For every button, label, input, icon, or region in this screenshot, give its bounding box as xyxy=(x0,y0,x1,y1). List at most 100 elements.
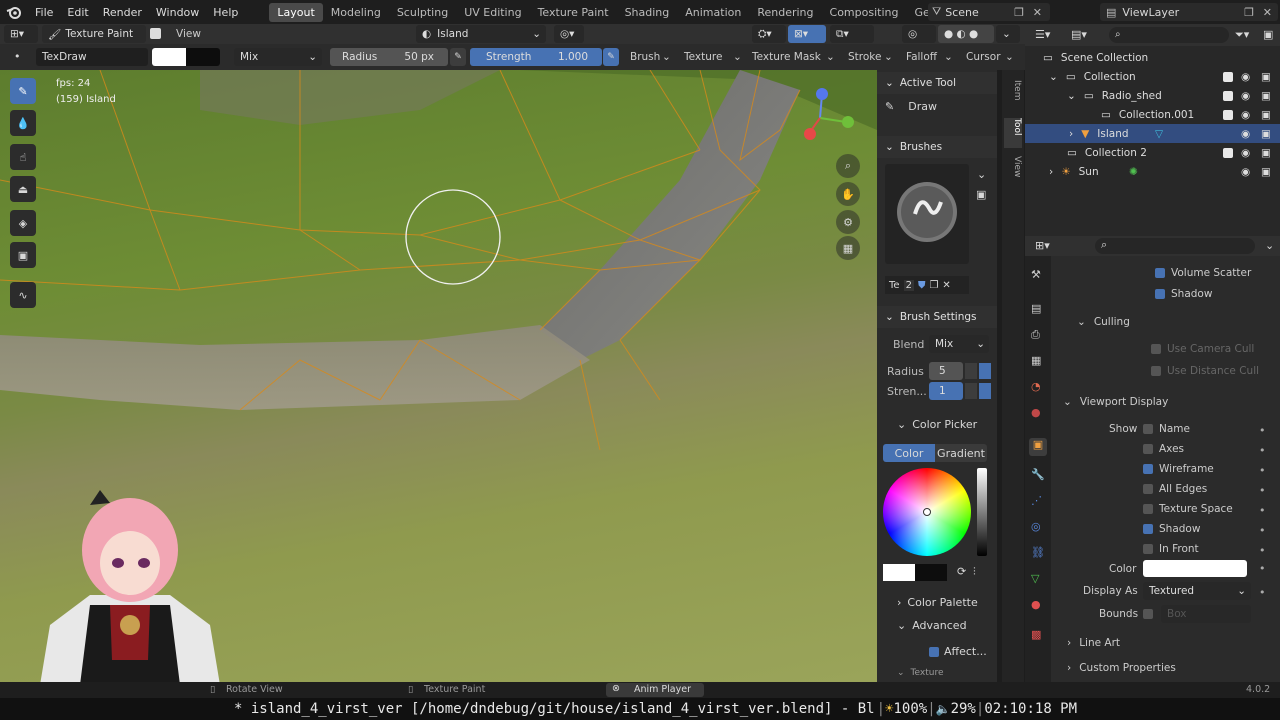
color-tab[interactable]: Color xyxy=(883,444,935,462)
radius-slider[interactable]: Radius 50 px xyxy=(330,48,448,66)
show-axes-checkbox[interactable] xyxy=(1143,444,1153,454)
show-all-edges-row[interactable]: All Edges xyxy=(1143,483,1207,495)
viewport-gizmo-dropdown[interactable]: ⛭▾ xyxy=(752,25,786,43)
editor-type-dropdown[interactable]: ⊞▾ xyxy=(4,25,38,43)
texture-header[interactable]: ⌄ Texture xyxy=(897,668,944,678)
keyframe-dot-icon[interactable]: • xyxy=(1259,524,1266,537)
tab-item[interactable]: Item xyxy=(1004,80,1022,110)
camera-icon[interactable]: ▣ xyxy=(1261,71,1271,83)
show-wireframe-checkbox[interactable] xyxy=(1143,464,1153,474)
texture-props-icon[interactable]: ▩ xyxy=(1031,628,1041,641)
volume-scatter-row[interactable]: Volume Scatter xyxy=(1155,267,1251,279)
keyframe-dot-icon[interactable]: • xyxy=(1259,504,1266,517)
tab-modeling[interactable]: Modeling xyxy=(323,3,389,22)
keyframe-dot-icon[interactable]: • xyxy=(1259,424,1266,437)
menu-view[interactable]: View xyxy=(176,28,201,40)
shadow-row[interactable]: Shadow xyxy=(1155,288,1212,300)
camera-icon[interactable]: ▣ xyxy=(1261,166,1271,178)
object-color-swatch[interactable] xyxy=(1143,560,1247,577)
custom-properties-header[interactable]: › Custom Properties xyxy=(1067,662,1176,674)
shading-options[interactable]: ⌄ xyxy=(996,25,1020,43)
show-all-edges-checkbox[interactable] xyxy=(1143,484,1153,494)
shading-buttons[interactable]: ● ◐ ● xyxy=(938,25,994,43)
swap-colors-icon[interactable]: ⟳ xyxy=(957,565,966,578)
show-wireframe-row[interactable]: Wireframe xyxy=(1143,463,1214,475)
outliner-row-radio-shed[interactable]: ⌄ ▭ Radio_shed ◉ ▣ xyxy=(1025,86,1280,105)
outliner-row-sun[interactable]: › ☀ Sun ✺ ◉ ▣ xyxy=(1025,162,1280,181)
show-texture-space-row[interactable]: Texture Space xyxy=(1143,503,1233,515)
show-axes-row[interactable]: Axes xyxy=(1143,443,1184,455)
scene-props-icon[interactable]: ◔ xyxy=(1031,380,1041,393)
keyframe-dot-icon[interactable]: • xyxy=(1259,544,1266,557)
menu-file[interactable]: File xyxy=(28,6,60,19)
editor-type-icon[interactable]: ☰▾ xyxy=(1035,28,1050,41)
modifier-props-icon[interactable]: 🔧 xyxy=(1031,468,1045,481)
filter-icon[interactable]: ⏷▾ xyxy=(1235,28,1249,42)
fill-tool-button[interactable]: ◈ xyxy=(10,210,36,236)
radius-pressure-toggle[interactable]: ✎ xyxy=(450,48,466,66)
brush-preview[interactable] xyxy=(885,164,969,264)
camera-icon[interactable]: ▣ xyxy=(1261,128,1271,140)
tool-props-icon[interactable]: ⚒ xyxy=(1031,268,1041,281)
cancel-icon[interactable]: ⊗ xyxy=(612,683,620,694)
use-distance-cull-row[interactable]: Use Distance Cull xyxy=(1151,365,1259,377)
copy-icon[interactable]: ❐ xyxy=(1244,6,1254,19)
value-slider[interactable] xyxy=(977,468,987,556)
strength-pressure-toggle[interactable] xyxy=(979,383,991,399)
bounds-checkbox[interactable] xyxy=(1143,609,1153,619)
texture-mask-menu[interactable]: Texture Mask xyxy=(752,51,821,63)
active-tool-row[interactable]: ✎ Draw xyxy=(885,100,937,113)
bounds-dropdown[interactable]: Box xyxy=(1161,605,1251,623)
primary-color-swatch[interactable] xyxy=(883,564,915,581)
viewlayer-selector[interactable]: ▤ ViewLayer ❐ ✕ xyxy=(1100,3,1278,21)
exclude-checkbox[interactable] xyxy=(1223,90,1233,101)
brush-name-field[interactable]: TexDraw xyxy=(36,48,148,66)
clone-tool-button[interactable]: ⏏ xyxy=(10,176,36,202)
camera-icon[interactable]: ▣ xyxy=(1261,90,1271,102)
eye-icon[interactable]: ◉ xyxy=(1241,109,1250,121)
outliner-row-collection[interactable]: ⌄ ▭ Collection ◉ ▣ xyxy=(1025,67,1280,86)
eye-icon[interactable]: ◉ xyxy=(1241,128,1250,140)
menu-render[interactable]: Render xyxy=(96,6,149,19)
symmetry-dropdown[interactable]: ◎▾ xyxy=(554,25,584,43)
keyframe-dot-icon[interactable]: • xyxy=(1259,484,1266,497)
material-props-icon[interactable]: ● xyxy=(1031,598,1041,611)
blend-dropdown[interactable]: Mix ⌄ xyxy=(234,48,322,66)
annotate-tool-button[interactable]: ∿ xyxy=(10,282,36,308)
strength-slider[interactable]: Strength 1.000 xyxy=(470,48,602,66)
show-name-checkbox[interactable] xyxy=(1143,424,1153,434)
camera-icon[interactable]: ▣ xyxy=(1261,147,1271,159)
affect-checkbox[interactable] xyxy=(929,646,939,657)
view-layer-icon[interactable]: ▦ xyxy=(1031,354,1041,367)
eye-icon[interactable]: ◉ xyxy=(1241,71,1250,83)
affect-checkbox-row[interactable]: Affect... xyxy=(929,645,987,658)
texture-menu[interactable]: Texture xyxy=(684,51,722,63)
color-wheel[interactable] xyxy=(883,468,971,556)
xray-toggle[interactable]: ⧉▾ xyxy=(830,25,874,43)
use-camera-cull-checkbox[interactable] xyxy=(1151,344,1161,354)
stroke-menu[interactable]: Stroke xyxy=(848,51,881,63)
advanced-header[interactable]: ⌄ Advanced xyxy=(897,619,967,632)
close-icon[interactable]: ✕ xyxy=(1263,6,1272,19)
culling-header[interactable]: ⌄ Culling xyxy=(1077,316,1130,328)
chevron-down-icon[interactable]: ⌄ xyxy=(977,168,986,181)
menu-edit[interactable]: Edit xyxy=(60,6,95,19)
secondary-color-swatch[interactable] xyxy=(915,564,947,581)
pen-pressure-icon[interactable] xyxy=(965,383,977,399)
display-as-dropdown[interactable]: Textured ⌄ xyxy=(1143,582,1251,600)
exclude-checkbox[interactable] xyxy=(1223,109,1233,120)
falloff-menu[interactable]: Falloff xyxy=(906,51,937,63)
tab-uv-editing[interactable]: UV Editing xyxy=(456,3,529,22)
editor-type-icon[interactable]: ⊞▾ xyxy=(1035,239,1050,252)
color-picker-header[interactable]: ⌄ Color Picker xyxy=(897,418,977,431)
fake-user-icon[interactable]: ⛊ xyxy=(918,280,926,291)
brushes-header[interactable]: ⌄ Brushes xyxy=(877,136,997,158)
exclude-checkbox[interactable] xyxy=(1223,71,1233,82)
shadow-checkbox[interactable] xyxy=(1155,289,1165,299)
outliner-row-island[interactable]: › ▼ Island ▽ ◉ ▣ xyxy=(1025,124,1280,143)
primary-color-swatch[interactable] xyxy=(152,48,186,66)
keyframe-dot-icon[interactable]: • xyxy=(1259,562,1266,575)
tab-view[interactable]: View xyxy=(1004,156,1022,186)
display-mode-icon[interactable]: ▤▾ xyxy=(1071,28,1087,41)
draw-tool-button[interactable]: ✎ xyxy=(10,78,36,104)
